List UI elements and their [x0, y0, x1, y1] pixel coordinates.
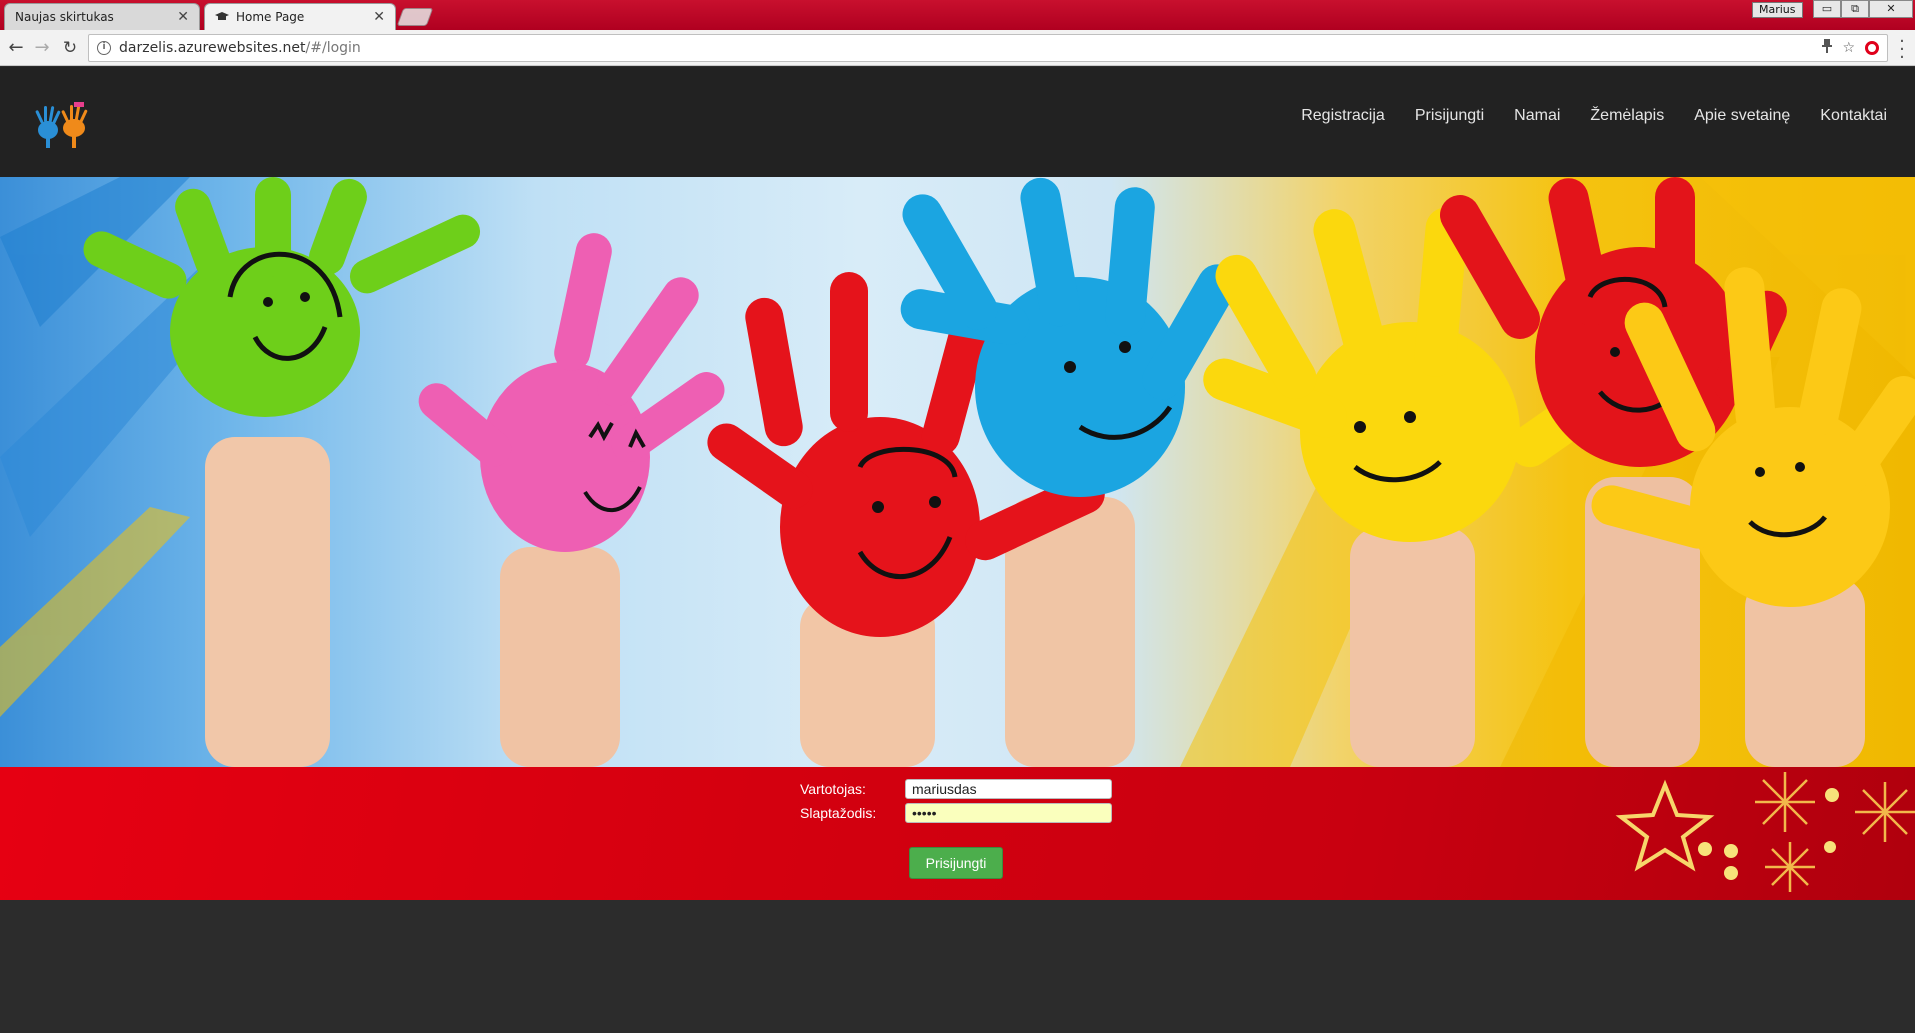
profile-button[interactable]: Marius [1752, 2, 1803, 18]
snowflake-icon [1755, 772, 1815, 832]
pin-icon[interactable] [1822, 39, 1833, 57]
nav-apie-svetaine[interactable]: Apie svetainę [1694, 107, 1790, 125]
christmas-decoration [1615, 772, 1915, 892]
nav-namai[interactable]: Namai [1514, 107, 1560, 125]
star-icon [1615, 779, 1715, 872]
arm-pink [500, 547, 620, 767]
nav-zemelapis[interactable]: Žemėlapis [1590, 107, 1664, 125]
address-bar[interactable]: i darzelis.azurewebsites.net/#/login ☆ [88, 34, 1888, 62]
username-input[interactable] [905, 779, 1112, 799]
graduation-cap-icon [215, 11, 229, 23]
arm-yellow [1350, 527, 1475, 767]
arm-green [205, 437, 330, 767]
hand-logo-orange [61, 105, 88, 148]
login-section: Vartotojas: Slaptažodis: Prisijungti [0, 767, 1915, 900]
password-input[interactable] [905, 803, 1112, 823]
username-label: Vartotojas: [800, 781, 866, 797]
nav-prisijungti[interactable]: Prisijungti [1415, 107, 1484, 125]
tab-label: Naujas skirtukas [15, 10, 114, 24]
tab-label: Home Page [236, 10, 305, 24]
password-label: Slaptažodis: [800, 805, 877, 821]
maximize-button[interactable]: ⧉ [1841, 0, 1869, 18]
info-icon[interactable]: i [97, 41, 111, 55]
username-row: Vartotojas: [800, 777, 1120, 801]
page-footer-area [0, 900, 1915, 1033]
login-submit-button[interactable]: Prisijungti [909, 847, 1003, 879]
forward-arrow-icon[interactable]: → [30, 36, 54, 60]
tab-close-icon[interactable]: ✕ [373, 9, 385, 25]
site-logo[interactable] [26, 100, 98, 152]
pink-hand [418, 233, 725, 552]
snowflake-icon [1765, 842, 1815, 892]
nav-registracija[interactable]: Registracija [1301, 107, 1385, 125]
password-row: Slaptažodis: [800, 801, 1120, 825]
logo-bow [74, 102, 84, 107]
reload-icon[interactable]: ↻ [58, 36, 82, 60]
hand-logo-blue [35, 106, 61, 148]
main-nav: Registracija Prisijungti Namai Žemėlapis… [1301, 107, 1887, 125]
hero-banner-image [0, 177, 1915, 767]
minimize-button[interactable]: ▭ [1813, 0, 1841, 18]
menu-icon[interactable]: · · · [1895, 33, 1909, 67]
browser-titlebar: Naujas skirtukas ✕ Home Page ✕ Marius ▭ … [0, 0, 1915, 30]
tab-new-tab[interactable]: Naujas skirtukas ✕ [4, 3, 200, 30]
browser-toolbar: ← → ↻ i darzelis.azurewebsites.net/#/log… [0, 30, 1915, 67]
back-arrow-icon[interactable]: ← [4, 36, 28, 60]
url-path: /#/login [305, 40, 361, 56]
login-form: Vartotojas: Slaptažodis: Prisijungti [800, 777, 1120, 879]
opera-icon[interactable] [1865, 41, 1879, 55]
nav-kontaktai[interactable]: Kontaktai [1820, 107, 1887, 125]
tab-home-page[interactable]: Home Page ✕ [204, 3, 396, 30]
site-header: Registracija Prisijungti Namai Žemėlapis… [0, 67, 1915, 177]
snowflake-icon [1855, 782, 1915, 842]
tab-close-icon[interactable]: ✕ [177, 9, 189, 25]
new-tab-button[interactable] [396, 8, 434, 26]
close-window-button[interactable]: ✕ [1869, 0, 1913, 18]
bookmark-star-icon[interactable]: ☆ [1842, 40, 1855, 56]
url-host: darzelis.azurewebsites.net [119, 40, 306, 56]
